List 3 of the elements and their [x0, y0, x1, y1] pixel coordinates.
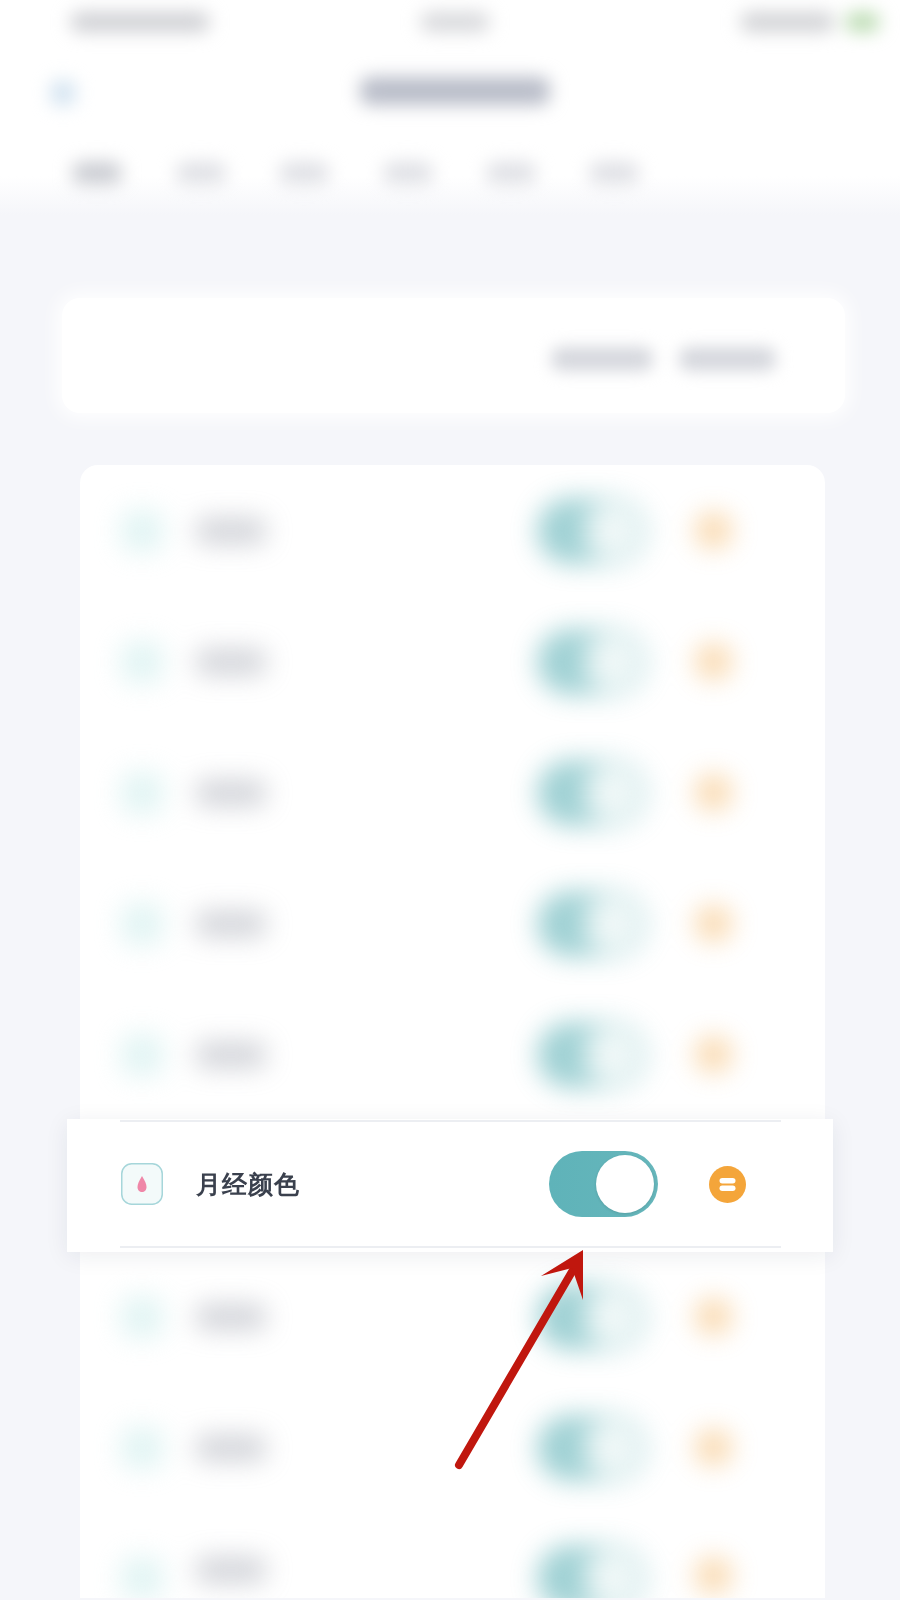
drag-handle-icon[interactable]: [709, 1165, 746, 1203]
row-label: 月经颜色: [196, 1168, 300, 1201]
drop-icon: [121, 1163, 163, 1205]
